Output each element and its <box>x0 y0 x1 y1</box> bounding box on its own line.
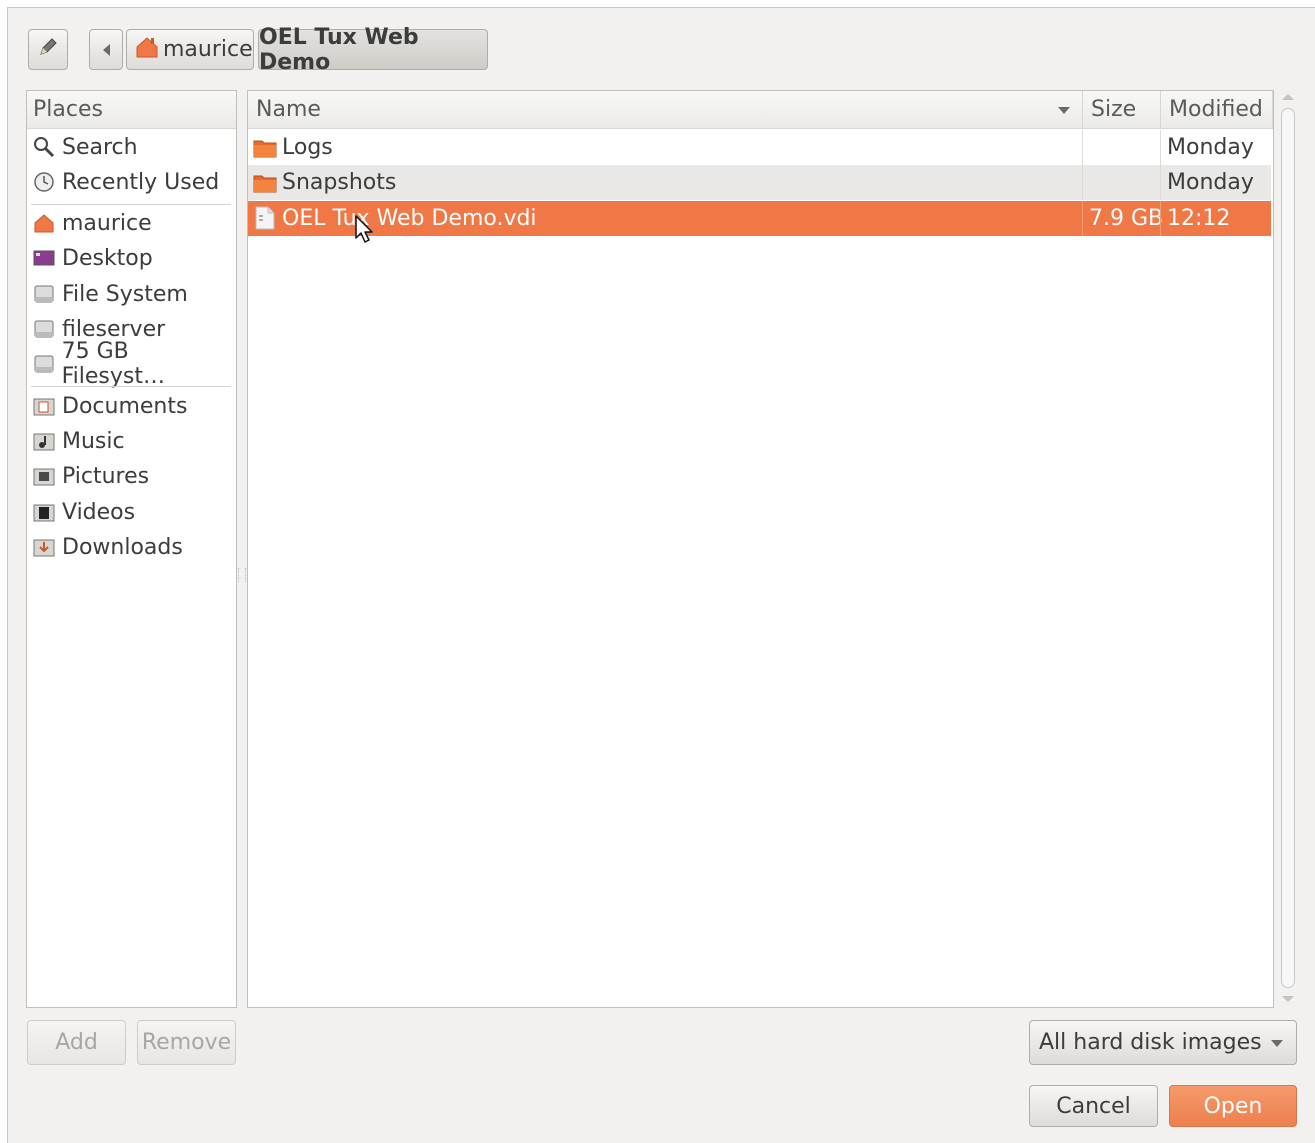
breadcrumb-home[interactable]: maurice <box>126 29 254 70</box>
documents-folder-icon <box>32 394 56 418</box>
breadcrumb-back-button[interactable] <box>89 29 123 70</box>
drive-icon <box>32 317 56 341</box>
file-name: Logs <box>282 135 333 160</box>
remove-button-label: Remove <box>141 1030 232 1055</box>
column-header-size-label: Size <box>1091 97 1137 122</box>
pane-splitter[interactable] <box>238 568 246 582</box>
scrollbar-track[interactable] <box>1281 108 1295 988</box>
place-videos[interactable]: Videos <box>27 495 236 529</box>
open-button[interactable]: Open <box>1169 1085 1297 1127</box>
file-name: OEL Tux Web Demo.vdi <box>282 206 537 231</box>
file-row[interactable]: Snapshots Monday <box>248 165 1271 200</box>
place-label: maurice <box>62 210 152 236</box>
place-label: 75 GB Filesyst… <box>61 339 165 389</box>
videos-folder-icon <box>32 500 56 524</box>
column-header-size[interactable]: Size <box>1083 91 1161 129</box>
home-folder-icon <box>135 35 159 65</box>
music-folder-icon <box>32 429 56 453</box>
column-separator <box>1160 130 1161 165</box>
drive-icon <box>32 282 56 306</box>
place-label: File System <box>62 281 188 307</box>
place-recently-used[interactable]: Recently Used <box>27 165 236 199</box>
place-downloads[interactable]: Downloads <box>27 530 236 564</box>
breadcrumb-current[interactable]: OEL Tux Web Demo <box>258 25 488 75</box>
places-divider <box>31 204 231 205</box>
place-pictures[interactable]: Pictures <box>27 459 236 493</box>
column-separator <box>1082 201 1083 236</box>
file-icon <box>255 206 275 230</box>
open-button-label: Open <box>1203 1093 1263 1119</box>
places-header: Places <box>27 91 236 129</box>
sort-arrow-icon <box>1058 107 1070 114</box>
place-search[interactable]: Search <box>27 130 236 164</box>
type-location-button[interactable] <box>28 29 68 70</box>
file-type-filter-combo[interactable]: All hard disk images <box>1029 1020 1297 1065</box>
column-header-name-label: Name <box>256 97 321 122</box>
downloads-folder-icon <box>32 535 56 559</box>
left-arrow-icon <box>102 43 110 56</box>
place-75gb-filesystem[interactable]: 75 GB Filesyst… <box>27 339 236 389</box>
drive-icon <box>32 352 56 376</box>
file-name: Snapshots <box>282 170 397 195</box>
column-header-modified-label: Modified <box>1169 97 1263 122</box>
file-chooser-dialog: maurice OEL Tux Web Demo Places Search R… <box>7 7 1315 1143</box>
file-modified: Monday <box>1167 135 1254 160</box>
mouse-cursor-icon <box>355 215 375 249</box>
place-label: Pictures <box>62 463 150 489</box>
scroll-up-icon <box>1282 94 1294 100</box>
file-modified: Monday <box>1167 170 1254 195</box>
place-label: Recently Used <box>62 169 220 195</box>
place-label: fileserver <box>62 316 166 342</box>
place-label: Documents <box>62 393 188 419</box>
folder-icon <box>253 135 277 159</box>
place-label: Videos <box>62 499 136 525</box>
chevron-down-icon <box>1271 1040 1283 1047</box>
place-home[interactable]: maurice <box>27 206 236 240</box>
recent-icon <box>32 170 56 194</box>
vertical-scrollbar[interactable] <box>1278 90 1298 1008</box>
file-modified: 12:12 <box>1167 206 1231 231</box>
place-label: Search <box>62 134 138 160</box>
place-file-system[interactable]: File System <box>27 277 236 311</box>
breadcrumb-current-label: OEL Tux Web Demo <box>259 24 419 75</box>
column-separator <box>1160 201 1161 236</box>
place-documents[interactable]: Documents <box>27 389 236 423</box>
cancel-button-label: Cancel <box>1056 1093 1131 1119</box>
place-desktop[interactable]: Desktop <box>27 241 236 275</box>
place-label: Downloads <box>62 534 183 560</box>
column-header-modified[interactable]: Modified <box>1161 91 1273 129</box>
add-button[interactable]: Add <box>27 1020 126 1065</box>
places-sidebar: Places Search Recently Used maurice Desk… <box>26 90 237 1008</box>
add-button-label: Add <box>55 1030 98 1055</box>
scroll-down-icon <box>1282 996 1294 1002</box>
home-folder-icon <box>32 211 56 235</box>
place-label: Desktop <box>62 245 153 271</box>
file-list: Name Size Modified Logs Monday Snapshots… <box>247 90 1274 1008</box>
remove-button[interactable]: Remove <box>137 1020 236 1065</box>
desktop-icon <box>32 246 56 270</box>
file-row-selected[interactable]: OEL Tux Web Demo.vdi 7.9 GB 12:12 <box>248 201 1271 236</box>
column-separator <box>1082 165 1083 200</box>
filter-selected-value: All hard disk images <box>1039 1030 1262 1055</box>
folder-icon <box>253 170 277 194</box>
cancel-button[interactable]: Cancel <box>1029 1085 1158 1127</box>
column-separator <box>1082 130 1083 165</box>
places-divider <box>31 386 231 387</box>
column-header-name[interactable]: Name <box>248 91 1083 129</box>
place-music[interactable]: Music <box>27 424 236 458</box>
place-label: Music <box>62 428 125 454</box>
pictures-folder-icon <box>32 464 56 488</box>
pencil-icon <box>37 36 59 64</box>
search-icon <box>32 135 56 159</box>
file-size: 7.9 GB <box>1089 206 1164 231</box>
file-row[interactable]: Logs Monday <box>248 130 1271 165</box>
column-separator <box>1160 165 1161 200</box>
breadcrumb-home-label: maurice <box>163 37 253 62</box>
